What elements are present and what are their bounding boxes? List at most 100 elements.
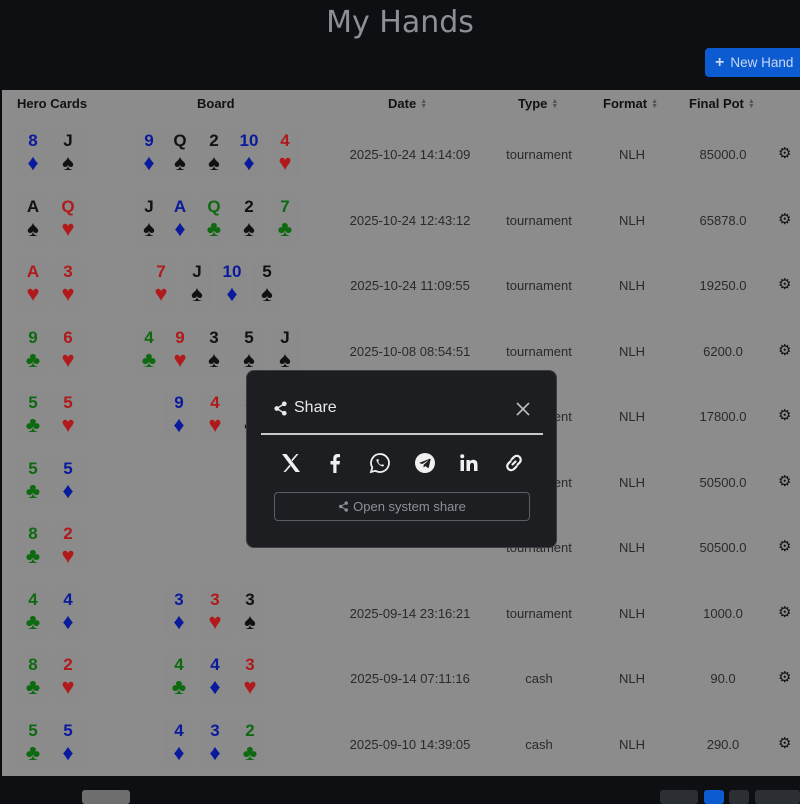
- hero-card: 2 ♥: [53, 522, 83, 570]
- card-suit-icon: ♣: [25, 674, 41, 699]
- card-suit-icon: ♦: [243, 150, 255, 175]
- pagination-page-1[interactable]: [704, 790, 724, 804]
- telegram-icon[interactable]: [413, 451, 437, 475]
- hero-card: 5 ♦: [53, 718, 83, 767]
- column-header-date[interactable]: Date ▲ ▼: [388, 96, 427, 111]
- card-rank: 5: [28, 458, 38, 478]
- card-rank: 5: [63, 458, 73, 478]
- hero-card: 5 ♣: [18, 456, 48, 505]
- type-cell: cash: [525, 671, 553, 686]
- card-rank: J: [280, 327, 290, 347]
- plus-icon: +: [715, 54, 725, 71]
- gear-icon[interactable]: ⚙: [778, 472, 791, 490]
- new-hand-button[interactable]: + New Hand: [705, 48, 800, 77]
- gear-icon[interactable]: ⚙: [778, 275, 791, 293]
- table-row[interactable]: 8 ♣ 2 ♥ 4 ♣ 4 ♦ 3 ♥ 2025-09-14 07:11:16 cash NLH 90.0…: [2, 646, 800, 712]
- x-icon[interactable]: [279, 451, 303, 475]
- table-row[interactable]: 4 ♣ 4 ♦ 3 ♦ 3 ♥ 3 ♠ 2025-09-14 23:16:21 tournament N…: [2, 581, 800, 647]
- card-rank: 3: [174, 589, 184, 609]
- card-suit-icon: ♠: [143, 215, 155, 241]
- date-cell: 2025-10-24 12:43:12: [349, 212, 471, 228]
- gear-icon[interactable]: ⚙: [778, 734, 791, 752]
- table-row[interactable]: 5 ♣ 5 ♦ 4 ♦ 3 ♦ 2 ♣ 2025-09-10 14:39:05 cash NLH 290.…: [2, 712, 800, 778]
- hero-card: 8 ♦: [18, 129, 48, 177]
- board-card: A ♦: [165, 194, 195, 243]
- column-header-final-pot[interactable]: Final Pot ▲ ▼: [689, 96, 755, 111]
- final-pot-cell: 50500.0: [699, 474, 747, 490]
- card-suit-icon: ♥: [61, 281, 75, 306]
- card-suit-icon: ♥: [243, 674, 257, 699]
- per-page-select[interactable]: [82, 790, 130, 804]
- format-cell: NLH: [618, 605, 645, 621]
- date-cell: 2025-09-14 07:11:16: [350, 671, 470, 686]
- hero-card: 2 ♥: [53, 653, 83, 701]
- share-icon: [274, 400, 287, 416]
- hero-card: 5 ♣: [18, 718, 48, 767]
- pagination-page-2[interactable]: [729, 790, 749, 804]
- facebook-icon[interactable]: [323, 451, 347, 475]
- card-rank: 8: [28, 524, 38, 543]
- whatsapp-icon[interactable]: [368, 451, 392, 475]
- gear-icon[interactable]: ⚙: [778, 144, 791, 162]
- board-card: 5 ♠: [234, 325, 264, 374]
- card-suit-icon: ♠: [62, 150, 74, 175]
- page-title: My Hands: [326, 5, 474, 40]
- column-header-type[interactable]: Type ▲ ▼: [518, 96, 558, 111]
- table-row[interactable]: A ♠ Q ♥ J ♠ A ♦ Q ♣ 2 ♠ 7 ♣ 2025-10-24 12:43:12 tournam…: [2, 188, 800, 254]
- card-suit-icon: ♣: [25, 477, 41, 503]
- card-rank: Q: [61, 196, 75, 216]
- card-rank: 2: [209, 131, 219, 150]
- share-modal-title: Share: [273, 399, 337, 417]
- hero-card: 8 ♣: [18, 653, 48, 701]
- card-rank: 3: [210, 720, 220, 740]
- format-cell: NLH: [618, 736, 645, 752]
- date-cell: 2025-10-08 08:54:51: [349, 343, 471, 359]
- final-pot-cell: 290.0: [706, 736, 740, 752]
- card-suit-icon: ♦: [174, 215, 186, 241]
- board-card: 2 ♠: [199, 129, 229, 177]
- copy-link-icon[interactable]: [502, 451, 526, 475]
- column-header-format[interactable]: Format ▲ ▼: [603, 96, 658, 111]
- sort-icon: ▲ ▼: [551, 97, 559, 110]
- share-targets: [277, 451, 527, 475]
- card-rank: 6: [63, 327, 73, 347]
- card-rank: 3: [245, 655, 255, 674]
- card-rank: 2: [63, 655, 73, 674]
- gear-icon[interactable]: ⚙: [778, 537, 791, 555]
- final-pot-cell: 85000.0: [699, 147, 747, 162]
- table-row[interactable]: 8 ♦ J ♠ 9 ♦ Q ♠ 2 ♠ 10 ♦ 4 ♥ 2025-10-24 14:14:09 tourna…: [2, 122, 800, 188]
- card-suit-icon: ♦: [173, 608, 185, 634]
- gear-icon[interactable]: ⚙: [778, 341, 791, 359]
- card-suit-icon: ♣: [171, 674, 187, 699]
- final-pot-cell: 1000.0: [703, 605, 743, 621]
- type-cell: tournament: [506, 343, 572, 359]
- card-suit-icon: ♠: [191, 281, 203, 306]
- card-suit-icon: ♥: [61, 412, 75, 437]
- gear-icon[interactable]: ⚙: [778, 603, 791, 621]
- card-rank: Q: [173, 131, 187, 150]
- pagination-next[interactable]: [755, 790, 800, 804]
- board-card: 2 ♠: [234, 194, 264, 243]
- close-icon[interactable]: [515, 401, 531, 417]
- board-card: 4 ♦: [200, 653, 230, 701]
- card-suit-icon: ♦: [226, 281, 238, 306]
- format-cell: NLH: [618, 540, 645, 555]
- gear-icon[interactable]: ⚙: [778, 668, 791, 686]
- open-system-share-button[interactable]: Open system share: [274, 492, 530, 521]
- board-card: 4 ♦: [164, 718, 194, 767]
- hero-card: 3 ♥: [53, 260, 83, 308]
- card-suit-icon: ♥: [278, 150, 292, 175]
- type-cell: tournament: [506, 212, 572, 228]
- pagination-prev[interactable]: [660, 790, 698, 804]
- board-card: 4 ♥: [200, 391, 230, 439]
- card-rank: 7: [280, 196, 290, 216]
- format-cell: NLH: [618, 409, 645, 424]
- linkedin-icon[interactable]: [457, 451, 481, 475]
- table-row[interactable]: A ♥ 3 ♥ 7 ♥ J ♠ 10 ♦ 5 ♠ 2025-10-24 11:09:55 tourname…: [2, 253, 800, 319]
- hero-card: 5 ♥: [53, 391, 83, 439]
- gear-icon[interactable]: ⚙: [778, 210, 791, 228]
- board-card: 10 ♦: [234, 129, 264, 177]
- hero-card: A ♠: [18, 194, 48, 243]
- card-rank: 7: [156, 262, 166, 281]
- gear-icon[interactable]: ⚙: [778, 406, 791, 424]
